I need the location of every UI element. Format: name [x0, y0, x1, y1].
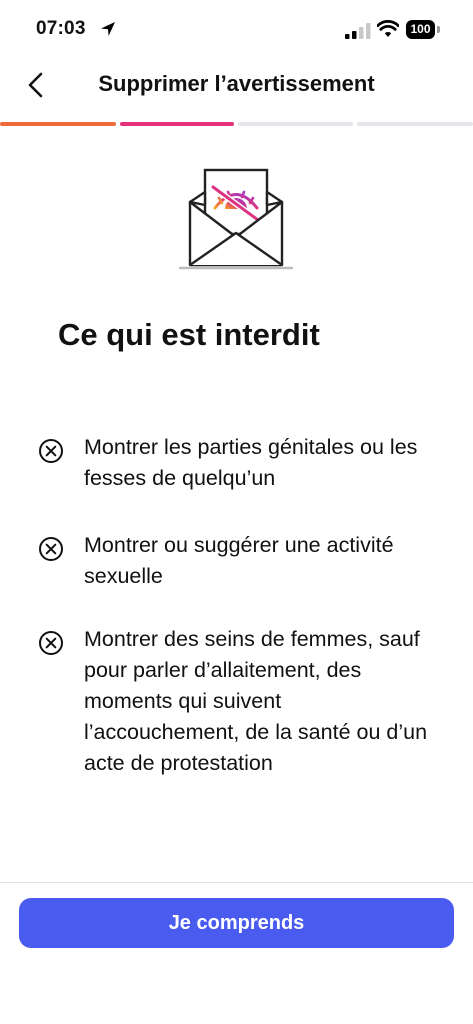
cellular-signal-icon — [345, 23, 371, 39]
battery-icon: 100 — [406, 20, 440, 39]
circle-x-icon — [39, 439, 63, 463]
step-progress-bar — [0, 122, 473, 126]
progress-segment-2 — [120, 122, 234, 126]
page-title: Supprimer l’avertissement — [98, 71, 375, 96]
list-item-text: Montrer des seins de femmes, sauf pour p… — [84, 627, 428, 775]
circle-x-icon — [39, 631, 63, 655]
footer-divider — [0, 882, 473, 883]
wifi-icon — [377, 20, 399, 37]
envelope-hidden-eye-icon — [178, 168, 294, 270]
battery-level: 100 — [406, 20, 435, 39]
list-item-text: Montrer ou suggérer une activité sexuell… — [84, 533, 394, 588]
status-bar: 07:03 100 — [0, 0, 473, 62]
location-arrow-icon — [101, 22, 115, 36]
circle-x-icon — [39, 537, 63, 561]
progress-segment-1 — [0, 122, 116, 126]
section-heading: Ce qui est interdit — [58, 317, 320, 352]
understand-button[interactable]: Je comprends — [19, 898, 454, 948]
progress-segment-3 — [238, 122, 353, 126]
status-time: 07:03 — [36, 18, 86, 39]
nav-header: Supprimer l’avertissement — [0, 62, 473, 110]
progress-segment-4 — [357, 122, 473, 126]
list-item-text: Montrer les parties génitales ou les fes… — [84, 435, 418, 490]
